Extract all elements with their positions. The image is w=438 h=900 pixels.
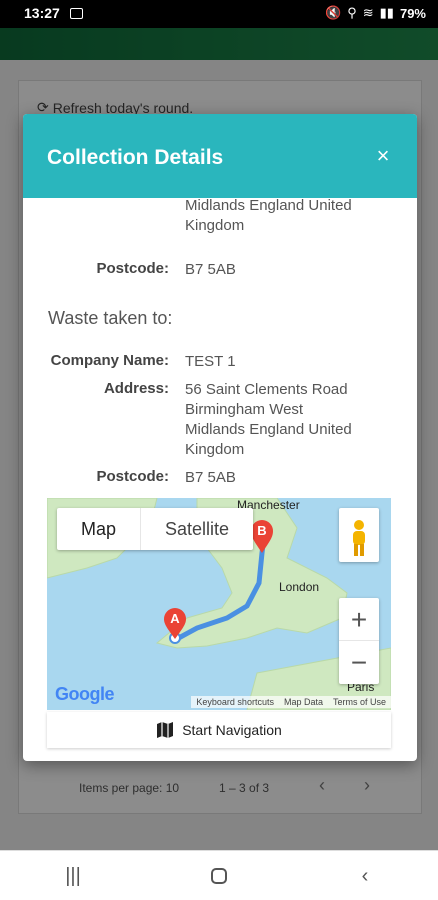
- terms-of-use-link[interactable]: Terms of Use: [328, 696, 391, 708]
- company-row: Company Name: TEST 1: [23, 352, 385, 372]
- status-time: 13:27: [24, 5, 60, 21]
- address-row: Address: 56 Saint Clements Road Birmingh…: [23, 380, 385, 460]
- collection-address-tail: Midlands England United Kingdom: [185, 198, 385, 236]
- marker-b-icon[interactable]: B: [250, 520, 274, 554]
- map-type-map-button[interactable]: Map: [57, 508, 140, 550]
- postcode-row: Postcode: B7 5AB: [23, 468, 385, 488]
- address-tail-row: Midlands England United Kingdom: [23, 198, 385, 236]
- system-navigation-bar: ||| ‹: [0, 850, 438, 900]
- keyboard-shortcuts-link[interactable]: Keyboard shortcuts: [191, 696, 279, 708]
- marker-a-icon[interactable]: A: [163, 608, 187, 640]
- zoom-control: + −: [339, 598, 379, 684]
- google-logo: Google: [55, 684, 115, 704]
- postcode-value: B7 5AB: [185, 469, 236, 486]
- route-map[interactable]: Manchester London Paris A B Map Satellit…: [47, 498, 391, 710]
- postcode-row: Postcode: B7 5AB: [23, 260, 385, 280]
- address-line: Midlands England United: [185, 198, 352, 214]
- map-icon: [157, 722, 174, 738]
- collection-details-dialog: Collection Details × Midlands England Un…: [23, 114, 417, 761]
- status-icons: 🔇 ⚲ ≋ ▮▮ 79%: [325, 5, 426, 21]
- company-label: Company Name:: [50, 352, 169, 369]
- address-value: 56 Saint Clements Road Birmingham West M…: [185, 380, 385, 460]
- recent-apps-icon[interactable]: |||: [53, 861, 93, 891]
- image-notification-icon: [70, 8, 83, 19]
- postcode-value: B7 5AB: [185, 261, 236, 278]
- mute-icon: 🔇: [325, 5, 342, 20]
- back-icon[interactable]: ‹: [345, 861, 385, 891]
- address-line: Birmingham West: [185, 401, 304, 418]
- marker-a-label: A: [170, 611, 180, 626]
- close-icon[interactable]: ×: [371, 144, 395, 168]
- waste-taken-heading: Waste taken to:: [48, 308, 173, 328]
- start-navigation-label: Start Navigation: [182, 722, 282, 738]
- address-line: Midlands England United: [185, 421, 352, 438]
- address-line: Kingdom: [185, 217, 245, 234]
- postcode-label: Postcode:: [96, 260, 169, 277]
- map-footer: Keyboard shortcuts Map Data Terms of Use: [191, 696, 391, 708]
- battery-percent: 79%: [399, 5, 426, 21]
- zoom-in-button[interactable]: +: [339, 598, 379, 641]
- map-type-control: Map Satellite: [57, 508, 254, 550]
- marker-b-label: B: [257, 523, 267, 538]
- map-type-satellite-button[interactable]: Satellite: [140, 508, 253, 550]
- status-bar: 13:27 🔇 ⚲ ≋ ▮▮ 79%: [0, 0, 438, 28]
- address-label: Address:: [103, 380, 169, 397]
- home-icon[interactable]: [199, 861, 239, 891]
- start-navigation-button[interactable]: Start Navigation: [47, 712, 391, 748]
- signal-icon: ▮▮: [379, 5, 394, 20]
- dialog-title: Collection Details: [47, 146, 224, 169]
- company-value: TEST 1: [185, 353, 236, 370]
- dialog-header: Collection Details ×: [23, 114, 417, 198]
- map-data-link[interactable]: Map Data: [279, 696, 328, 708]
- location-icon: ⚲: [347, 5, 357, 20]
- zoom-out-button[interactable]: −: [339, 641, 379, 684]
- address-line: 56 Saint Clements Road: [185, 381, 348, 398]
- address-line: Kingdom: [185, 441, 245, 458]
- postcode-label: Postcode:: [96, 468, 169, 485]
- street-view-pegman-icon[interactable]: [339, 508, 379, 562]
- city-label: London: [279, 580, 320, 594]
- wifi-icon: ≋: [362, 5, 374, 20]
